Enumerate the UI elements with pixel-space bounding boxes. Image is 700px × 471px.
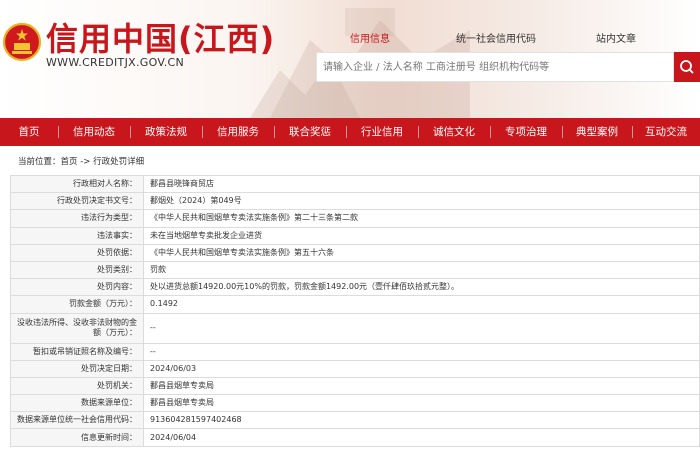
field-label: 处罚决定日期： [10, 359, 144, 378]
field-value: 处以进货总额14920.00元10%的罚款，罚款金额1492.00元（壹仟肆佰玖… [143, 278, 700, 297]
field-label: 行政相对人名称： [10, 174, 144, 194]
top-links: 信用信息 统一社会信用代码 站内文章 [340, 30, 700, 46]
penalty-detail-table: 行政相对人名称： 鄱昌县晓锋商贸店 行政处罚决定书文号： 鄱烟处（2024）第049… [10, 174, 700, 447]
table-row: 处罚内容： 处以进货总额14920.00元10%的罚款，罚款金额1492.00元（… [10, 278, 700, 297]
field-label: 没收违法所得、没收非法财物的金额（万元）： [10, 312, 144, 344]
field-value: 《中华人民共和国烟草专卖法实施条例》第二十三条第二款 [143, 209, 700, 228]
field-value: 鄱昌县烟草专卖局 [143, 376, 700, 396]
table-row: 没收违法所得、没收非法财物的金额（万元）： -- [10, 312, 700, 344]
table-row: 违法行为类型： 《中华人民共和国烟草专卖法实施条例》第二十三条第二款 [10, 209, 700, 228]
national-emblem-icon [2, 22, 42, 62]
nav-credit-news[interactable]: 信用动态 [58, 118, 130, 146]
site-title[interactable]: 信用中国(江西) [46, 14, 275, 60]
table-row: 罚款金额（万元）： 0.1492 [10, 295, 700, 314]
field-value: 鄱昌县烟草专卖局 [143, 394, 700, 413]
field-value: 罚款 [143, 260, 700, 280]
field-value: 鄱烟处（2024）第049号 [143, 192, 700, 211]
field-label: 处罚依据： [10, 243, 144, 262]
table-row: 信息更新时间： 2024/06/04 [10, 428, 700, 447]
table-row: 行政相对人名称： 鄱昌县晓锋商贸店 [10, 174, 700, 194]
main-nav: 首页 信用动态 政策法规 信用服务 联合奖惩 行业信用 诚信文化 专项治理 典型… [0, 118, 700, 146]
field-value: 2024/06/04 [143, 428, 700, 447]
field-value: -- [143, 342, 700, 361]
table-row: 数据来源单位统一社会信用代码： 913604281597402468 [10, 411, 700, 430]
field-label: 暂扣或吊销证照名称及编号： [10, 342, 144, 361]
field-value: 未在当地烟草专卖批发企业进货 [143, 226, 700, 245]
search-button[interactable] [674, 52, 700, 82]
field-label: 罚款金额（万元）： [10, 295, 144, 314]
field-label: 数据来源单位统一社会信用代码： [10, 411, 144, 430]
field-value: 913604281597402468 [143, 411, 700, 430]
nav-special-governance[interactable]: 专项治理 [490, 118, 562, 146]
nav-credit-service[interactable]: 信用服务 [202, 118, 274, 146]
nav-industry-credit[interactable]: 行业信用 [346, 118, 418, 146]
top-link-unified-code[interactable]: 统一社会信用代码 [456, 30, 536, 45]
field-label: 处罚机关： [10, 376, 144, 396]
field-label: 数据来源单位： [10, 394, 144, 413]
nav-policy[interactable]: 政策法规 [130, 118, 202, 146]
top-link-credit-info[interactable]: 信用信息 [350, 30, 390, 45]
table-row: 处罚类别： 罚款 [10, 260, 700, 280]
nav-interaction[interactable]: 互动交流 [632, 118, 700, 146]
table-row: 数据来源单位： 鄱昌县烟草专卖局 [10, 394, 700, 413]
field-label: 行政处罚决定书文号： [10, 192, 144, 211]
breadcrumb: 当前位置：首页 -> 行政处罚详细 [18, 157, 145, 167]
top-link-site-articles[interactable]: 站内文章 [596, 30, 636, 45]
field-value: 鄱昌县晓锋商贸店 [143, 174, 700, 194]
table-row: 处罚机关： 鄱昌县烟草专卖局 [10, 376, 700, 396]
search-input[interactable] [316, 52, 674, 82]
field-label: 处罚内容： [10, 278, 144, 297]
nav-joint-reward-punish[interactable]: 联合奖惩 [274, 118, 346, 146]
field-value: -- [143, 312, 700, 344]
search-icon [680, 60, 694, 74]
field-value: 0.1492 [143, 295, 700, 314]
table-row: 行政处罚决定书文号： 鄱烟处（2024）第049号 [10, 192, 700, 211]
table-row: 处罚决定日期： 2024/06/03 [10, 359, 700, 378]
site-url[interactable]: WWW.CREDITJX.GOV.CN [46, 56, 184, 69]
nav-integrity-culture[interactable]: 诚信文化 [418, 118, 490, 146]
field-label: 违法行为类型： [10, 209, 144, 228]
field-value: 《中华人民共和国烟草专卖法实施条例》第五十六条 [143, 243, 700, 262]
nav-typical-cases[interactable]: 典型案例 [562, 118, 632, 146]
field-value: 2024/06/03 [143, 359, 700, 378]
site-header: 信用中国(江西) WWW.CREDITJX.GOV.CN 信用信息 统一社会信用… [0, 0, 700, 118]
field-label: 处罚类别： [10, 260, 144, 280]
field-label: 信息更新时间： [10, 428, 144, 447]
table-row: 暂扣或吊销证照名称及编号： -- [10, 342, 700, 361]
table-row: 违法事实： 未在当地烟草专卖批发企业进货 [10, 226, 700, 245]
field-label: 违法事实： [10, 226, 144, 245]
table-row: 处罚依据： 《中华人民共和国烟草专卖法实施条例》第五十六条 [10, 243, 700, 262]
nav-home[interactable]: 首页 [0, 118, 58, 146]
